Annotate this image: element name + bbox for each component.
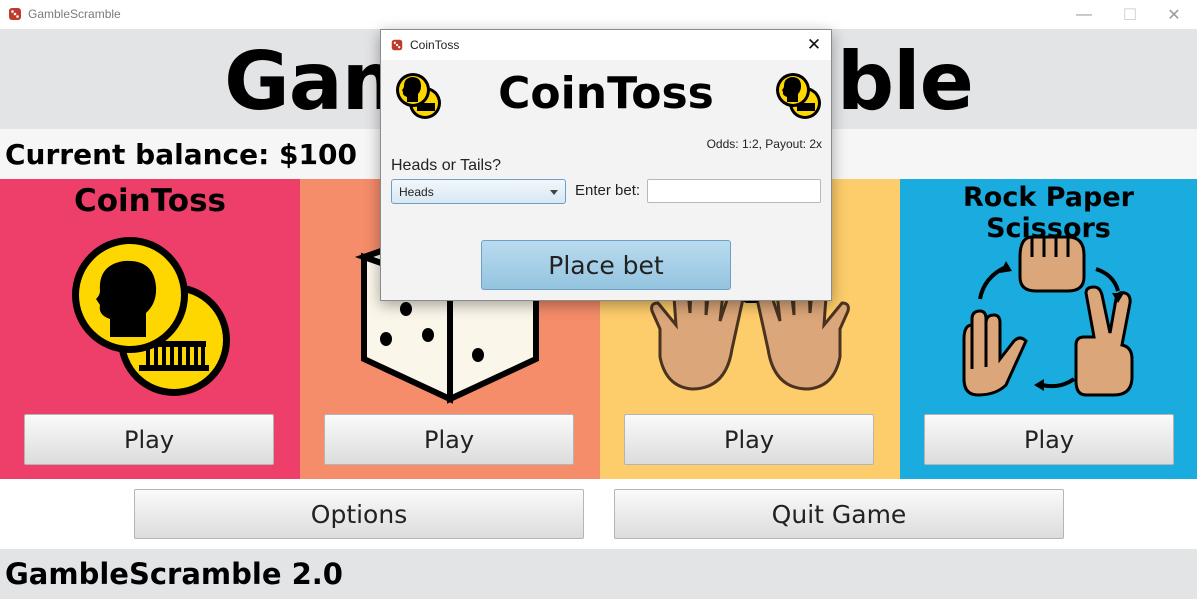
game-panel-cointoss: CoinToss Play: [0, 179, 300, 479]
dialog-heading: CoinToss: [498, 68, 714, 119]
place-bet-button[interactable]: Place bet: [481, 240, 731, 290]
minimize-button[interactable]: —: [1061, 0, 1107, 29]
rock-paper-scissors-icon: [962, 235, 1134, 397]
footer: GambleScramble 2.0: [0, 549, 1197, 599]
close-icon: ✕: [806, 35, 822, 54]
coins-icon: [72, 237, 230, 396]
dialog-close-button[interactable]: ✕: [801, 32, 827, 58]
dice-play-button[interactable]: Play: [324, 414, 574, 465]
coin-icon: [776, 73, 821, 119]
close-icon: ✕: [1167, 6, 1181, 24]
dice-app-icon: [391, 39, 403, 51]
dice-app-icon: [9, 8, 21, 20]
game-title-cointoss: CoinToss: [74, 183, 226, 219]
heads-or-tails-label: Heads or Tails?: [391, 157, 501, 174]
chevron-down-icon: [550, 190, 558, 195]
cointoss-play-button[interactable]: Play: [24, 414, 274, 465]
version-label: GambleScramble 2.0: [5, 557, 343, 591]
dialog-titlebar: CoinToss ✕: [381, 30, 831, 60]
cointoss-dialog: CoinToss ✕ CoinToss Odds: 1:2, Payout: 2…: [380, 29, 832, 301]
game-panel-rps: Rock Paper Scissors Play: [900, 179, 1197, 479]
maximize-button[interactable]: ☐: [1107, 0, 1153, 29]
bottom-buttons-row: Options Quit Game: [0, 479, 1197, 549]
heads-tails-select[interactable]: Heads: [391, 179, 566, 204]
odds-label: Odds: 1:2, Payout: 2x: [706, 137, 822, 151]
dialog-title: CoinToss: [410, 38, 460, 52]
enter-bet-label: Enter bet:: [575, 182, 641, 199]
hands-play-button[interactable]: Play: [624, 414, 874, 465]
close-button[interactable]: ✕: [1151, 0, 1197, 29]
minimize-icon: —: [1076, 5, 1092, 23]
quit-game-button[interactable]: Quit Game: [614, 489, 1064, 539]
window-titlebar: GambleScramble — ☐ ✕: [0, 0, 1197, 29]
selected-option: Heads: [399, 185, 434, 199]
options-button[interactable]: Options: [134, 489, 584, 539]
current-balance: Current balance: $100: [5, 138, 357, 171]
maximize-icon: ☐: [1122, 6, 1138, 24]
bet-input[interactable]: [647, 179, 821, 203]
rps-play-button[interactable]: Play: [924, 414, 1174, 465]
window-title: GambleScramble: [28, 7, 121, 21]
